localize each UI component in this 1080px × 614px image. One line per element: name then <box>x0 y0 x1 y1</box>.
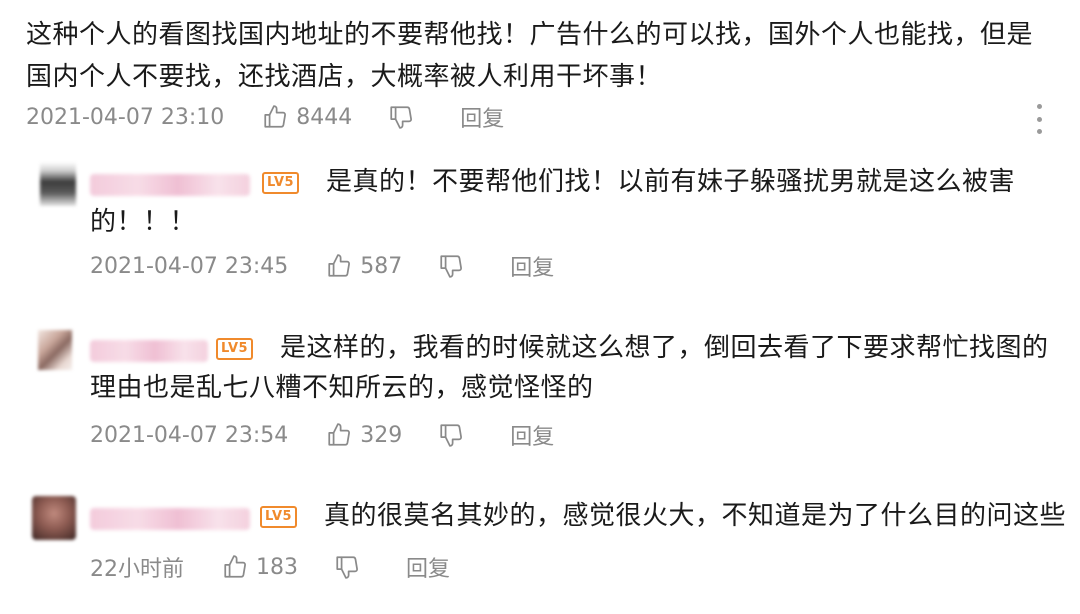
like-button[interactable]: 329 <box>326 422 402 448</box>
comment-time: 2021-04-07 23:10 <box>26 104 225 130</box>
avatar[interactable] <box>38 330 72 370</box>
comment-time: 2021-04-07 23:45 <box>90 253 289 279</box>
thumbs-down-icon <box>336 556 358 579</box>
reply-button[interactable]: 回复 <box>460 101 504 133</box>
reply-item: LV5 真的很莫名其妙的，感觉很火大，不知道是为了什么目的问这些 <box>30 496 1066 556</box>
reply-text: 真的很莫名其妙的，感觉很火大，不知道是为了什么目的问这些 <box>324 501 1067 531</box>
like-count: 329 <box>360 422 403 448</box>
level-badge: LV5 <box>260 506 298 528</box>
thumbs-up-icon <box>328 423 351 446</box>
thumbs-down-icon <box>440 424 463 447</box>
thumbs-up-icon <box>224 555 246 578</box>
dislike-button[interactable] <box>438 422 464 448</box>
comment-time: 22小时前 <box>90 557 184 582</box>
reply-meta: 2021-04-07 23:54 329 回复 <box>90 418 554 452</box>
dislike-button[interactable] <box>334 554 360 580</box>
reply-button[interactable]: 回复 <box>510 250 554 282</box>
reply-text: 是这样的，我看的时候就这么想了，倒回去看了下要求帮忙找图的理由也是乱七八糟不知所… <box>90 333 1049 403</box>
reply-meta: 2021-04-07 23:45 587 回复 <box>90 249 554 283</box>
like-count: 8444 <box>296 104 353 130</box>
main-comment-text: 这种个人的看图找国内地址的不要帮他找！广告什么的可以找，国外个人也能找，但是国内… <box>26 20 1034 92</box>
main-comment-meta: 2021-04-07 23:10 8444 回复 <box>26 100 504 134</box>
avatar[interactable] <box>40 162 76 206</box>
thumbs-down-icon <box>440 255 463 278</box>
thumbs-up-icon <box>328 254 351 277</box>
like-count: 183 <box>256 554 298 580</box>
reply-meta: 22小时前 183 回复 <box>90 550 450 584</box>
like-button[interactable]: 8444 <box>262 104 352 130</box>
reply-button[interactable]: 回复 <box>406 551 450 583</box>
avatar[interactable] <box>32 496 76 540</box>
dislike-button[interactable] <box>438 253 464 279</box>
reply-text: 是真的！不要帮他们找！以前有妹子躲骚扰男就是这么被害的！！！ <box>90 167 1016 237</box>
like-count: 587 <box>360 253 403 279</box>
reply-button[interactable]: 回复 <box>510 419 554 451</box>
more-vertical-icon[interactable] <box>1032 104 1046 134</box>
thumbs-down-icon <box>390 106 413 129</box>
username-blurred[interactable] <box>90 508 250 530</box>
thumbs-up-icon <box>264 105 287 128</box>
like-button[interactable]: 587 <box>326 253 402 279</box>
like-button[interactable]: 183 <box>222 554 298 580</box>
comment-time: 2021-04-07 23:54 <box>90 422 289 448</box>
dislike-button[interactable] <box>388 104 414 130</box>
